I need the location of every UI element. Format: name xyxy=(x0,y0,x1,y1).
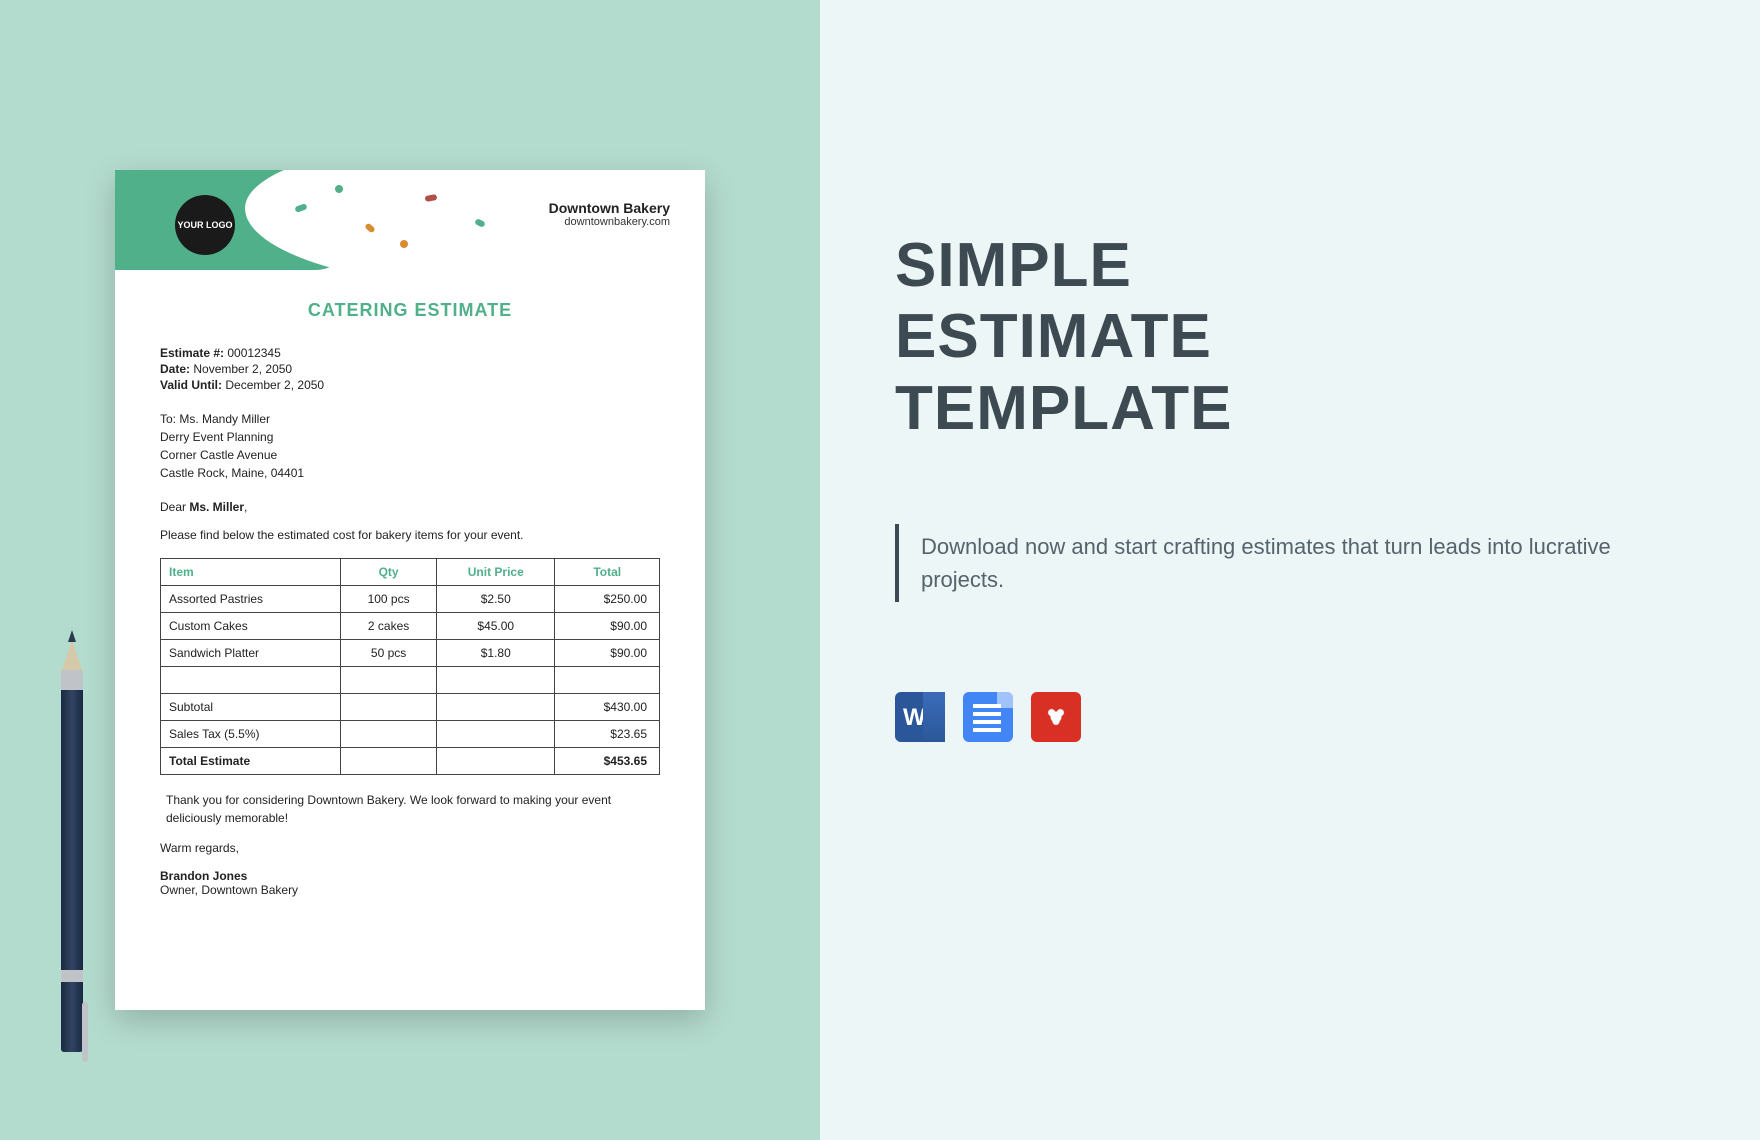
company-name: Downtown Bakery xyxy=(549,200,670,216)
page-container: YOUR LOGO Downtown Bakery downtownbakery… xyxy=(0,0,1760,1140)
format-icons xyxy=(895,692,1690,742)
document-title: CATERING ESTIMATE xyxy=(160,300,660,321)
word-icon[interactable] xyxy=(895,692,945,742)
recipient-block: To: Ms. Mandy Miller Derry Event Plannin… xyxy=(160,410,660,482)
valid-until-label: Valid Until: xyxy=(160,378,222,392)
company-info: Downtown Bakery downtownbakery.com xyxy=(549,200,670,228)
date-label: Date: xyxy=(160,362,190,376)
table-row: Assorted Pastries 100 pcs $2.50 $250.00 xyxy=(161,586,660,613)
table-row: Custom Cakes 2 cakes $45.00 $90.00 xyxy=(161,613,660,640)
signer-name: Brandon Jones xyxy=(160,869,660,883)
items-table: Item Qty Unit Price Total Assorted Pastr… xyxy=(160,558,660,775)
company-url: downtownbakery.com xyxy=(549,216,670,228)
to-line-4: Castle Rock, Maine, 04401 xyxy=(160,464,660,482)
estimate-number-value: 00012345 xyxy=(227,346,280,360)
estimate-number-label: Estimate #: xyxy=(160,346,224,360)
logo-placeholder: YOUR LOGO xyxy=(175,195,235,255)
tagline-text: Download now and start crafting estimate… xyxy=(921,530,1641,596)
subtotal-row: Subtotal $430.00 xyxy=(161,694,660,721)
total-row: Total Estimate $453.65 xyxy=(161,748,660,775)
document-header: YOUR LOGO Downtown Bakery downtownbakery… xyxy=(115,170,705,270)
document-body: CATERING ESTIMATE Estimate #: 00012345 D… xyxy=(115,270,705,917)
to-line-1: To: Ms. Mandy Miller xyxy=(160,410,660,428)
signer-block: Brandon Jones Owner, Downtown Bakery xyxy=(160,869,660,897)
tagline-block: Download now and start crafting estimate… xyxy=(895,524,1690,602)
col-total: Total xyxy=(555,559,660,586)
google-docs-icon[interactable] xyxy=(963,692,1013,742)
table-row: Sandwich Platter 50 pcs $1.80 $90.00 xyxy=(161,640,660,667)
valid-until-value: December 2, 2050 xyxy=(225,378,324,392)
to-line-3: Corner Castle Avenue xyxy=(160,446,660,464)
preview-panel: YOUR LOGO Downtown Bakery downtownbakery… xyxy=(0,0,820,1140)
date-value: November 2, 2050 xyxy=(193,362,292,376)
thank-you-text: Thank you for considering Downtown Baker… xyxy=(160,791,660,827)
page-title: SIMPLE ESTIMATE TEMPLATE xyxy=(895,230,1690,444)
col-item: Item xyxy=(161,559,341,586)
pen-decoration xyxy=(58,640,86,1070)
tax-row: Sales Tax (5.5%) $23.65 xyxy=(161,721,660,748)
pdf-icon[interactable] xyxy=(1031,692,1081,742)
intro-text: Please find below the estimated cost for… xyxy=(160,528,660,542)
to-line-2: Derry Event Planning xyxy=(160,428,660,446)
col-unit-price: Unit Price xyxy=(437,559,555,586)
info-panel: SIMPLE ESTIMATE TEMPLATE Download now an… xyxy=(820,0,1760,1140)
table-header-row: Item Qty Unit Price Total xyxy=(161,559,660,586)
table-row-empty xyxy=(161,667,660,694)
signer-title: Owner, Downtown Bakery xyxy=(160,883,660,897)
closing-text: Warm regards, xyxy=(160,841,660,855)
document-preview: YOUR LOGO Downtown Bakery downtownbakery… xyxy=(115,170,705,1010)
col-qty: Qty xyxy=(341,559,437,586)
salutation: Dear Ms. Miller, xyxy=(160,500,660,514)
